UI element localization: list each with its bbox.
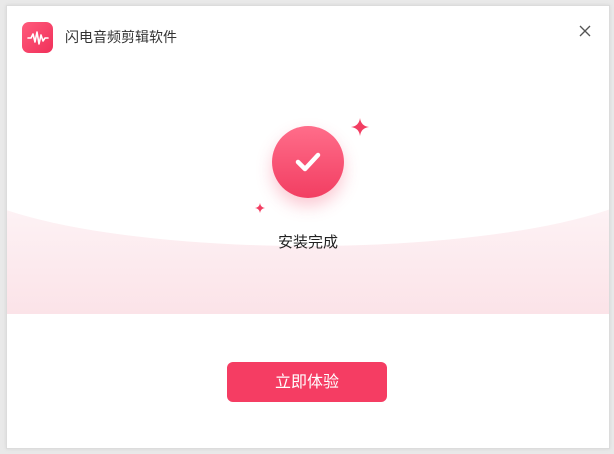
success-badge — [272, 126, 344, 198]
installer-window: 闪电音频剪辑软件 安装完成 立即体验 — [6, 5, 610, 449]
app-logo — [22, 22, 53, 53]
try-now-button[interactable]: 立即体验 — [227, 362, 387, 402]
sparkle-small-icon — [255, 203, 265, 213]
install-complete-message: 安装完成 — [277, 233, 338, 251]
sparkle-icon — [351, 118, 369, 136]
app-title: 闪电音频剪辑软件 — [65, 30, 177, 46]
close-button[interactable] — [577, 23, 593, 39]
checkmark-icon — [295, 152, 321, 172]
audio-waveform-icon — [26, 30, 49, 45]
close-icon — [579, 25, 591, 37]
